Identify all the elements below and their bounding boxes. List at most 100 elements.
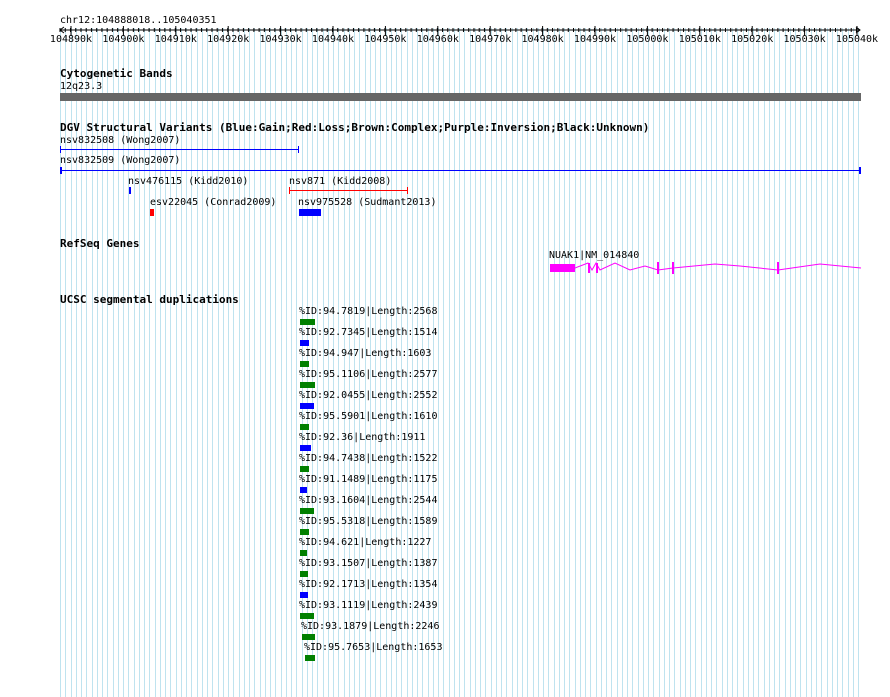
- dgv-feature-bar[interactable]: [299, 209, 321, 216]
- grid-line: [732, 28, 733, 697]
- segdup-bar[interactable]: [300, 382, 315, 388]
- grid-line: [653, 28, 654, 697]
- segdup-bar[interactable]: [300, 361, 309, 367]
- dgv-feature-end: [407, 187, 408, 194]
- grid-line: [816, 28, 817, 697]
- segdup-bar[interactable]: [300, 592, 308, 598]
- ruler-tick-label: 105020k: [731, 34, 774, 45]
- grid-line: [821, 28, 822, 697]
- genome-browser: chr12:104888018..105040351 104890k 104900…: [0, 0, 890, 697]
- segdup-label: %ID:93.1879|Length:2246: [301, 621, 440, 632]
- segdup-bar[interactable]: [300, 319, 315, 325]
- segdup-bar[interactable]: [300, 466, 309, 472]
- dgv-feature-end: [298, 146, 299, 153]
- segdup-label: %ID:95.5318|Length:1589: [299, 516, 438, 527]
- segdup-bar[interactable]: [300, 424, 309, 430]
- grid-line: [664, 28, 665, 697]
- ruler-tick-label: 105030k: [783, 34, 826, 45]
- segdup-bar[interactable]: [300, 487, 307, 493]
- dgv-feature-label: nsv871 (Kidd2008): [289, 176, 392, 187]
- ruler-tick-label: 104950k: [364, 34, 407, 45]
- grid-line: [716, 28, 717, 697]
- segdup-label: %ID:94.7819|Length:2568: [299, 306, 438, 317]
- segdup-label: %ID:91.1489|Length:1175: [299, 474, 438, 485]
- segdup-bar[interactable]: [300, 613, 314, 619]
- segdup-bar[interactable]: [300, 508, 314, 514]
- grid-line: [743, 28, 744, 697]
- grid-line: [727, 28, 728, 697]
- segdup-label: %ID:92.7345|Length:1514: [299, 327, 438, 338]
- refseq-track-title: RefSeq Genes: [60, 237, 140, 250]
- cytoband-track-title: Cytogenetic Bands: [60, 67, 173, 80]
- segdup-label: %ID:95.5901|Length:1610: [299, 411, 438, 422]
- grid-line: [806, 28, 807, 697]
- segdup-bar[interactable]: [300, 403, 314, 409]
- grid-line: [800, 28, 801, 697]
- grid-line: [779, 28, 780, 697]
- segdup-bar[interactable]: [300, 340, 309, 346]
- cytoband-bar[interactable]: [60, 93, 861, 101]
- dgv-feature-bar[interactable]: [129, 187, 131, 194]
- dgv-feature-bar[interactable]: [289, 190, 408, 191]
- segdup-label: %ID:95.1106|Length:2577: [299, 369, 438, 380]
- dgv-feature-end: [60, 146, 61, 153]
- segdup-label: %ID:92.1713|Length:1354: [299, 579, 438, 590]
- segdup-label: %ID:93.1604|Length:2544: [299, 495, 438, 506]
- grid-line: [711, 28, 712, 697]
- grid-line: [737, 28, 738, 697]
- grid-line: [811, 28, 812, 697]
- grid-line: [659, 28, 660, 697]
- grid-line: [858, 28, 859, 697]
- grid-line: [753, 28, 754, 697]
- grid-line: [795, 28, 796, 697]
- dgv-feature-label: nsv832509 (Wong2007): [60, 155, 181, 166]
- grid-line: [774, 28, 775, 697]
- segdup-bar[interactable]: [300, 445, 311, 451]
- grid-line: [853, 28, 854, 697]
- grid-line: [674, 28, 675, 697]
- ruler-tick-label: 105010k: [678, 34, 721, 45]
- grid-line: [669, 28, 670, 697]
- ruler-tick-label: 104960k: [416, 34, 459, 45]
- ruler-tick-label: 104900k: [102, 34, 145, 45]
- ruler-tick-label: 104990k: [573, 34, 617, 45]
- segdup-bar[interactable]: [300, 529, 309, 535]
- ruler-tick-label: 104890k: [49, 34, 93, 45]
- grid-line: [701, 28, 702, 697]
- grid-line: [685, 28, 686, 697]
- grid-line: [722, 28, 723, 697]
- grid-line: [785, 28, 786, 697]
- segdup-bar[interactable]: [305, 655, 315, 661]
- segdup-label: %ID:94.947|Length:1603: [299, 348, 432, 359]
- gene-model[interactable]: [540, 258, 870, 278]
- ruler-tick-label: 104970k: [469, 34, 512, 45]
- segdup-track-title: UCSC segmental duplications: [60, 293, 239, 306]
- grid-line: [848, 28, 849, 697]
- dgv-feature-bar[interactable]: [150, 209, 154, 216]
- dgv-track-title: DGV Structural Variants (Blue:Gain;Red:L…: [60, 121, 650, 134]
- grid-line: [748, 28, 749, 697]
- dgv-feature-bar[interactable]: [60, 170, 861, 171]
- segdup-label: %ID:95.7653|Length:1653: [304, 642, 443, 653]
- segdup-bar[interactable]: [300, 571, 308, 577]
- grid-line: [842, 28, 843, 697]
- cytoband-label: 12q23.3: [60, 81, 103, 92]
- dgv-feature-label: esv22045 (Conrad2009): [150, 197, 277, 208]
- grid-line: [690, 28, 691, 697]
- segdup-bar[interactable]: [300, 550, 307, 556]
- ruler-tick-label: 104910k: [154, 34, 197, 45]
- grid-line: [706, 28, 707, 697]
- ruler-tick-label: 104930k: [259, 34, 302, 45]
- segdup-bar[interactable]: [302, 634, 315, 640]
- dgv-feature-label: nsv832508 (Wong2007): [60, 135, 181, 146]
- grid-line: [832, 28, 833, 697]
- grid-line: [837, 28, 838, 697]
- grid-line: [764, 28, 765, 697]
- ruler-tick-label: 104980k: [521, 34, 564, 45]
- dgv-feature-end: [60, 167, 62, 174]
- segdup-label: %ID:94.7438|Length:1522: [299, 453, 438, 464]
- grid-line: [695, 28, 696, 697]
- ruler-tick-label: 104920k: [207, 34, 250, 45]
- ruler-tick-label: 104940k: [311, 34, 355, 45]
- dgv-feature-bar[interactable]: [60, 149, 298, 150]
